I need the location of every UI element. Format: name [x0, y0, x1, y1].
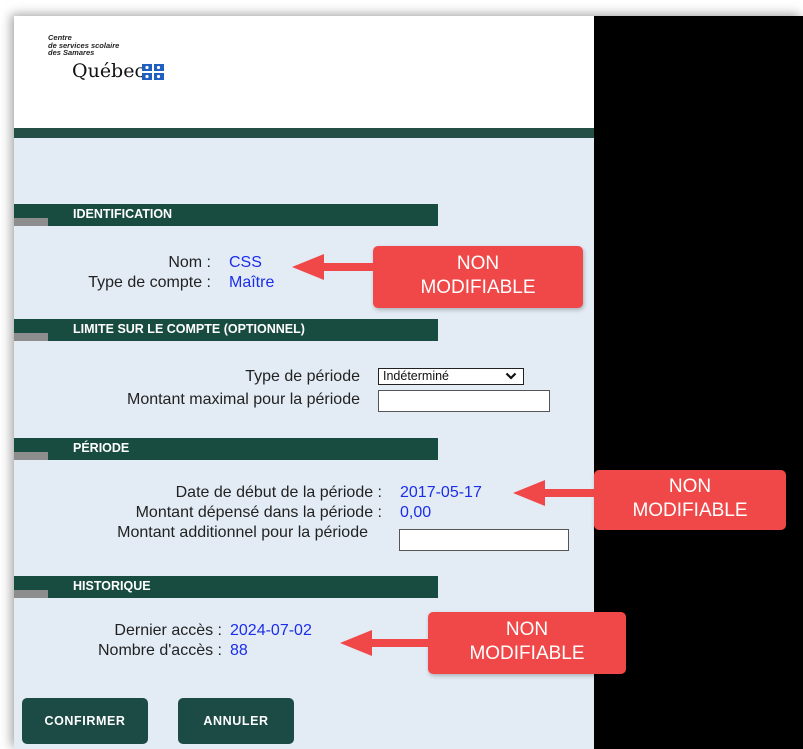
chevron-down-icon: [505, 372, 517, 380]
section-title: PÉRIODE: [73, 441, 130, 455]
nombre-acces-label: Nombre d'accès :: [98, 642, 222, 659]
dernier-acces-label: Dernier accès :: [114, 622, 222, 639]
section-identification: IDENTIFICATION: [14, 204, 438, 226]
screenshot-frame: Centre de services scolaire des Samares …: [14, 16, 803, 749]
date-debut-label: Date de début de la période :: [175, 484, 382, 501]
montant-additionnel-input[interactable]: [399, 529, 569, 551]
annuler-button[interactable]: ANNULER: [178, 698, 294, 744]
section-title: IDENTIFICATION: [73, 207, 173, 221]
header-bar: [14, 128, 594, 138]
montant-depense-label: Montant dépensé dans la période :: [135, 504, 382, 521]
arrow-left-icon: [340, 630, 432, 656]
arrow-left-icon: [513, 480, 599, 506]
montant-depense-value: 0,00: [400, 504, 432, 521]
type-compte-value: Maître: [229, 274, 275, 291]
arrow-left-icon: [292, 254, 378, 280]
dernier-acces-value: 2024-07-02: [230, 622, 312, 639]
montant-max-label: Montant maximal pour la période: [126, 391, 360, 408]
non-modifiable-callout: NON MODIFIABLE: [594, 470, 786, 530]
logo-word: Québec: [72, 60, 146, 82]
date-debut-value: 2017-05-17: [400, 484, 482, 501]
confirmer-button[interactable]: CONFIRMER: [22, 698, 148, 744]
logo: Centre de services scolaire des Samares …: [48, 34, 188, 104]
nom-value: CSS: [229, 254, 262, 271]
section-limite: LIMITE SUR LE COMPTE (OPTIONNEL): [14, 319, 438, 341]
montant-max-input[interactable]: [378, 390, 550, 412]
type-compte-label: Type de compte :: [88, 274, 211, 291]
quebec-flag-icon: [142, 64, 164, 80]
section-historique: HISTORIQUE: [14, 576, 438, 598]
montant-additionnel-label: Montant additionnel pour la période: [117, 524, 368, 541]
non-modifiable-callout: NON MODIFIABLE: [428, 612, 626, 674]
section-title: HISTORIQUE: [73, 579, 151, 593]
type-periode-select[interactable]: Indéterminé: [378, 368, 524, 385]
non-modifiable-callout: NON MODIFIABLE: [373, 246, 583, 308]
logo-text: Centre de services scolaire des Samares: [48, 33, 120, 57]
header: Centre de services scolaire des Samares …: [14, 16, 594, 128]
nombre-acces-value: 88: [230, 642, 248, 659]
type-periode-label: Type de période: [245, 368, 360, 385]
section-periode: PÉRIODE: [14, 438, 438, 460]
section-title: LIMITE SUR LE COMPTE (OPTIONNEL): [73, 322, 305, 336]
nom-label: Nom :: [168, 254, 211, 271]
